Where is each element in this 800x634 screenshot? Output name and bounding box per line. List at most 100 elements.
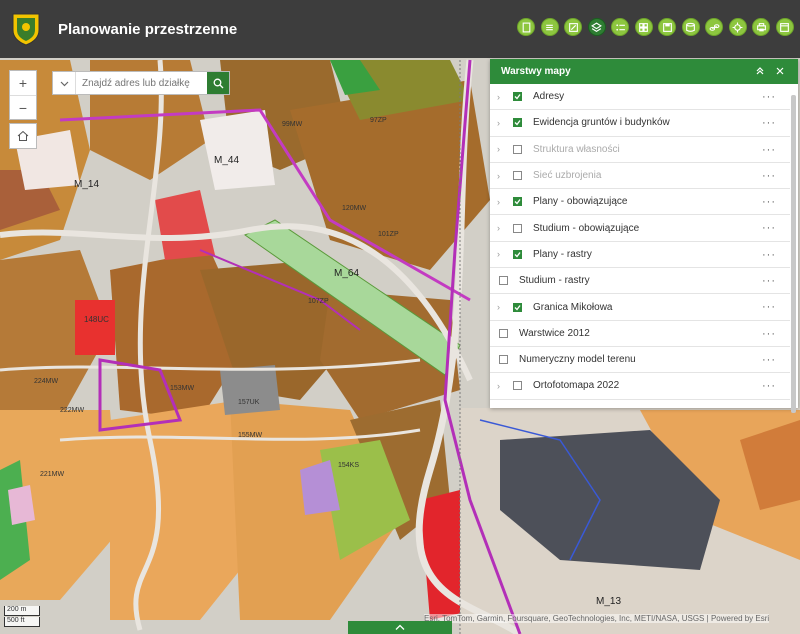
search-input[interactable] (76, 72, 207, 94)
document-icon[interactable] (517, 18, 535, 36)
crest-icon[interactable] (11, 12, 41, 46)
scale-imperial: 500 ft (4, 617, 40, 627)
chevron-right-icon[interactable]: › (497, 223, 505, 233)
layer-row[interactable]: Numeryczny model terenu ··· (490, 347, 790, 374)
layer-label: Sieć uzbrojenia (533, 170, 602, 182)
powered-by[interactable]: Powered by Esri (711, 614, 769, 623)
collapse-button[interactable] (754, 65, 766, 77)
layer-row[interactable]: › Granica Mikołowa ··· (490, 294, 790, 321)
scale-bar: 200 m 500 ft (4, 606, 40, 628)
layer-row[interactable]: › Ewidencja gruntów i budynków ··· (490, 110, 790, 137)
scale-metric: 200 m (4, 606, 40, 616)
map-label-97zp: 97ZP (370, 117, 387, 124)
search-button[interactable] (207, 72, 229, 94)
layer-options-button[interactable]: ··· (762, 117, 776, 129)
bottom-panel-toggle[interactable] (348, 621, 452, 634)
layer-checkbox[interactable] (513, 197, 522, 207)
chevron-right-icon[interactable]: › (497, 144, 505, 154)
layer-row[interactable]: › Ortofotomapa 2022 ··· (490, 373, 790, 400)
toolbar (517, 18, 799, 36)
map-label-107zp: 107ZP (308, 298, 329, 305)
window-icon[interactable] (775, 18, 794, 36)
map-label-m64: M_64 (334, 268, 359, 279)
search-icon (213, 78, 223, 88)
list-icon[interactable] (540, 18, 559, 36)
chevron-right-icon[interactable]: › (497, 92, 505, 102)
close-button[interactable] (774, 65, 786, 77)
panel-title: Warstwy mapy (501, 66, 571, 77)
chevron-right-icon[interactable]: › (497, 302, 505, 312)
layer-label: Ewidencja gruntów i budynków (533, 117, 670, 129)
layer-options-button[interactable]: ··· (762, 249, 776, 261)
search-source-dropdown[interactable] (53, 72, 76, 94)
layer-row[interactable]: › Adresy ··· (490, 84, 790, 111)
map-label-221mw: 221MW (40, 471, 65, 478)
layer-row[interactable]: › Sieć uzbrojenia ··· (490, 163, 790, 190)
layer-row[interactable]: › Plany - rastry ··· (490, 242, 790, 269)
layer-label: Adresy (533, 91, 565, 103)
chevron-right-icon[interactable]: › (497, 249, 505, 259)
app-title: Planowanie przestrzenne (58, 20, 238, 38)
map-label-224mw: 224MW (34, 378, 59, 385)
layer-label: Ortofotomapa 2022 (533, 380, 620, 392)
layer-checkbox[interactable] (513, 118, 522, 128)
layer-options-button[interactable]: ··· (762, 222, 776, 234)
chevron-right-icon[interactable]: › (497, 381, 505, 391)
chevron-right-icon[interactable]: › (497, 118, 505, 128)
layer-label: Studium - obowiązujące (533, 222, 640, 234)
map-label-148uc: 148UC (84, 315, 109, 324)
legend-icon[interactable] (611, 18, 629, 36)
frame-icon[interactable] (564, 18, 582, 36)
layer-checkbox[interactable] (499, 328, 508, 338)
database-icon[interactable] (681, 18, 700, 36)
layer-label: Struktura własności (533, 143, 620, 155)
layer-label: Warstwice 2012 (519, 327, 590, 339)
layer-checkbox[interactable] (513, 171, 522, 181)
layer-options-button[interactable]: ··· (762, 380, 776, 392)
grid-icon[interactable] (634, 18, 653, 36)
layer-options-button[interactable]: ··· (762, 301, 776, 313)
check-icon (514, 252, 521, 258)
zoom-in-button[interactable]: + (10, 71, 36, 95)
layer-options-button[interactable]: ··· (762, 328, 776, 340)
layer-options-button[interactable]: ··· (762, 91, 776, 103)
layer-checkbox[interactable] (499, 355, 508, 365)
layer-checkbox[interactable] (513, 381, 522, 391)
zoom-out-button[interactable]: − (10, 96, 36, 120)
layer-row[interactable]: › Studium - obowiązujące ··· (490, 215, 790, 242)
layer-label: Plany - rastry (533, 248, 592, 260)
layer-row[interactable]: › Struktura własności ··· (490, 137, 790, 163)
chevron-right-icon[interactable]: › (497, 171, 505, 181)
layer-label: Granica Mikołowa (533, 301, 613, 313)
layer-options-button[interactable]: ··· (762, 170, 776, 182)
map-attribution: Esri, TomTom, Garmin, Foursquare, GeoTec… (424, 614, 770, 623)
print-icon[interactable] (752, 18, 770, 36)
layer-options-button[interactable]: ··· (762, 196, 776, 208)
home-icon (17, 130, 29, 141)
layer-checkbox[interactable] (513, 92, 522, 102)
panel-scrollbar[interactable] (791, 95, 796, 413)
close-icon (776, 67, 784, 75)
layer-checkbox[interactable] (513, 223, 522, 233)
layers-icon[interactable] (587, 18, 606, 36)
attribution-text[interactable]: Esri, TomTom, Garmin, Foursquare, GeoTec… (424, 614, 704, 623)
save-icon[interactable] (658, 18, 676, 36)
chevron-right-icon[interactable]: › (497, 197, 505, 207)
layer-checkbox[interactable] (513, 249, 522, 259)
layer-row[interactable]: Studium - rastry ··· (490, 268, 790, 295)
locate-icon[interactable] (728, 18, 747, 36)
layer-options-button[interactable]: ··· (762, 275, 776, 287)
layer-checkbox[interactable] (513, 144, 522, 154)
zoom-control: + − (9, 70, 37, 120)
layer-options-button[interactable]: ··· (762, 354, 776, 366)
layer-checkbox[interactable] (499, 276, 508, 286)
layer-row[interactable]: Warstwice 2012 ··· (490, 321, 790, 347)
layer-checkbox[interactable] (513, 302, 522, 312)
home-button[interactable] (9, 123, 37, 149)
layer-list-panel: Warstwy mapy › Adresy ··· › Ewidencja gruntó… (490, 59, 798, 413)
layer-options-button[interactable]: ··· (762, 144, 776, 156)
link-icon[interactable] (705, 18, 723, 36)
check-icon (514, 94, 521, 100)
chevron-down-icon (60, 81, 68, 86)
layer-row[interactable]: › Plany - obowiązujące ··· (490, 189, 790, 216)
